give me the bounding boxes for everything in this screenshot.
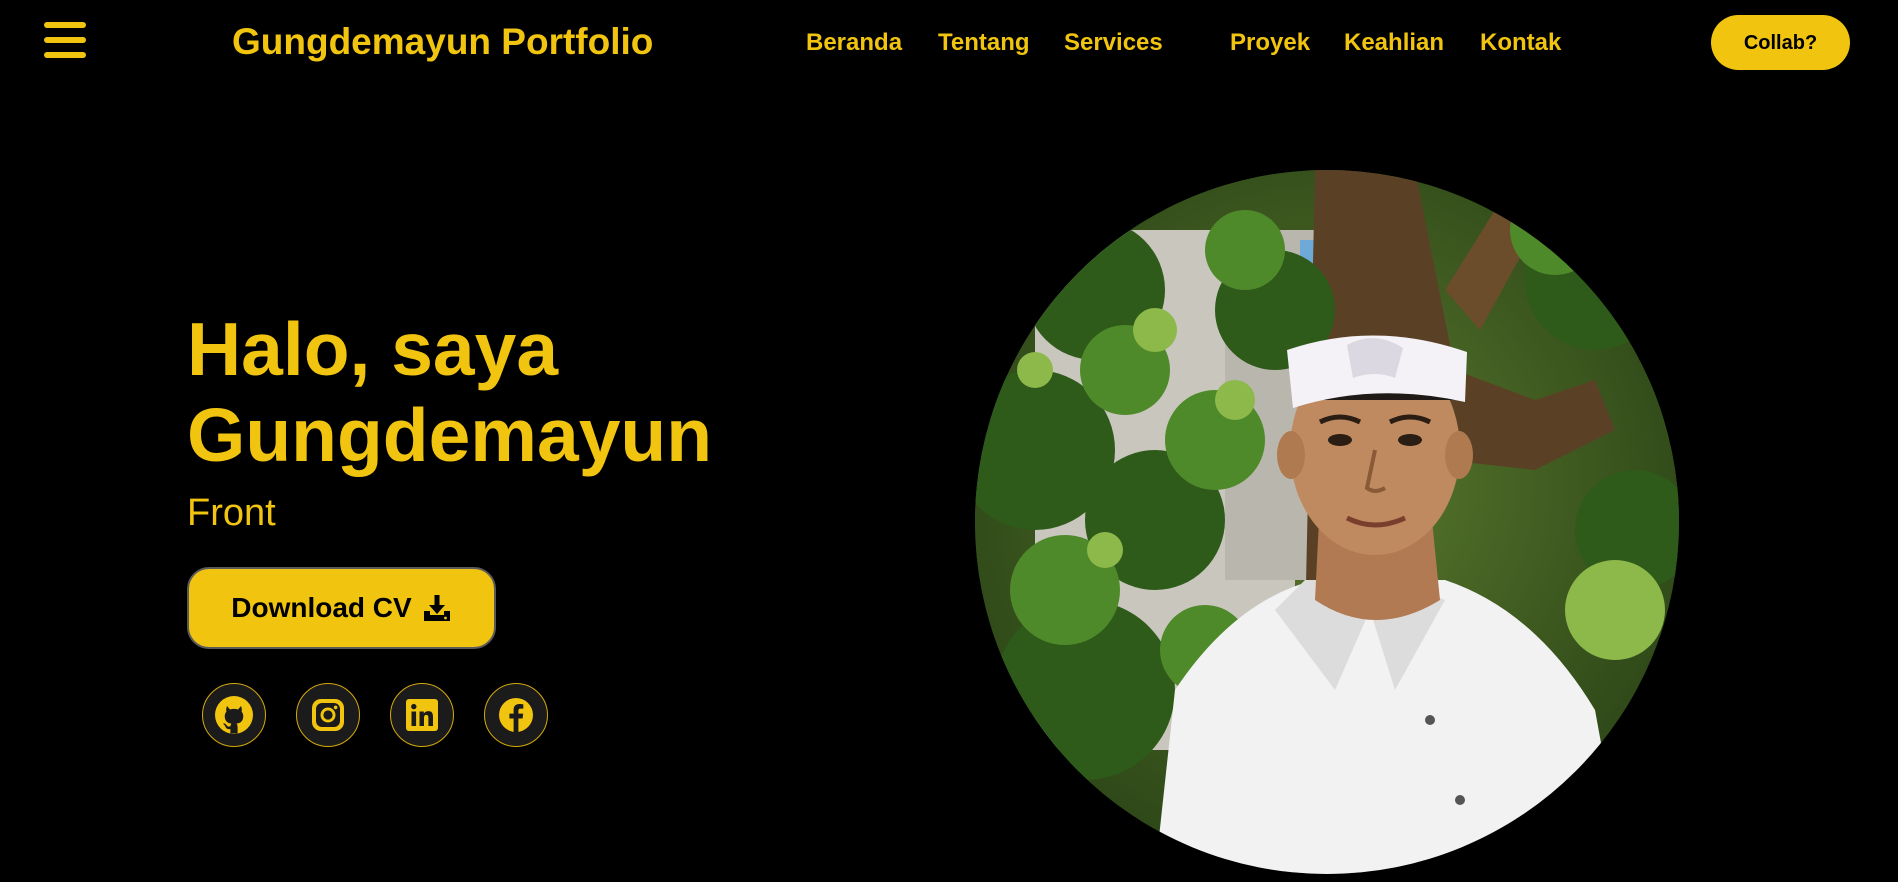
nav-beranda[interactable]: Beranda: [806, 27, 902, 59]
download-icon: [423, 595, 450, 621]
linkedin-icon: [406, 699, 438, 731]
profile-photo-image: [975, 170, 1679, 874]
hero-heading: Halo, saya Gungdemayun: [187, 306, 712, 478]
facebook-icon: [499, 698, 533, 732]
profile-photo: [975, 170, 1679, 874]
hero-role-text: Front: [187, 492, 276, 534]
nav-services[interactable]: Services: [1064, 27, 1163, 59]
nav-tentang[interactable]: Tentang: [938, 27, 1030, 59]
top-navbar: Gungdemayun Portfolio Beranda Tentang Se…: [0, 0, 1898, 84]
collab-button[interactable]: Collab?: [1711, 15, 1850, 70]
github-link[interactable]: [202, 683, 266, 747]
github-icon: [215, 696, 253, 734]
download-cv-button[interactable]: Download CV: [187, 567, 496, 649]
nav-keahlian[interactable]: Keahlian: [1344, 27, 1444, 59]
hero-heading-line2: Gungdemayun: [187, 393, 713, 477]
hero-heading-line1: Halo, saya: [187, 307, 559, 391]
main-nav: Beranda Tentang Services Proyek Keahlian…: [0, 27, 1898, 59]
download-cv-label: Download CV: [231, 592, 412, 623]
nav-kontak[interactable]: Kontak: [1480, 27, 1561, 59]
portfolio-page: Gungdemayun Portfolio Beranda Tentang Se…: [0, 0, 1898, 882]
nav-proyek[interactable]: Proyek: [1230, 27, 1310, 59]
instagram-icon: [312, 699, 344, 731]
instagram-link[interactable]: [296, 683, 360, 747]
linkedin-link[interactable]: [390, 683, 454, 747]
facebook-link[interactable]: [484, 683, 548, 747]
